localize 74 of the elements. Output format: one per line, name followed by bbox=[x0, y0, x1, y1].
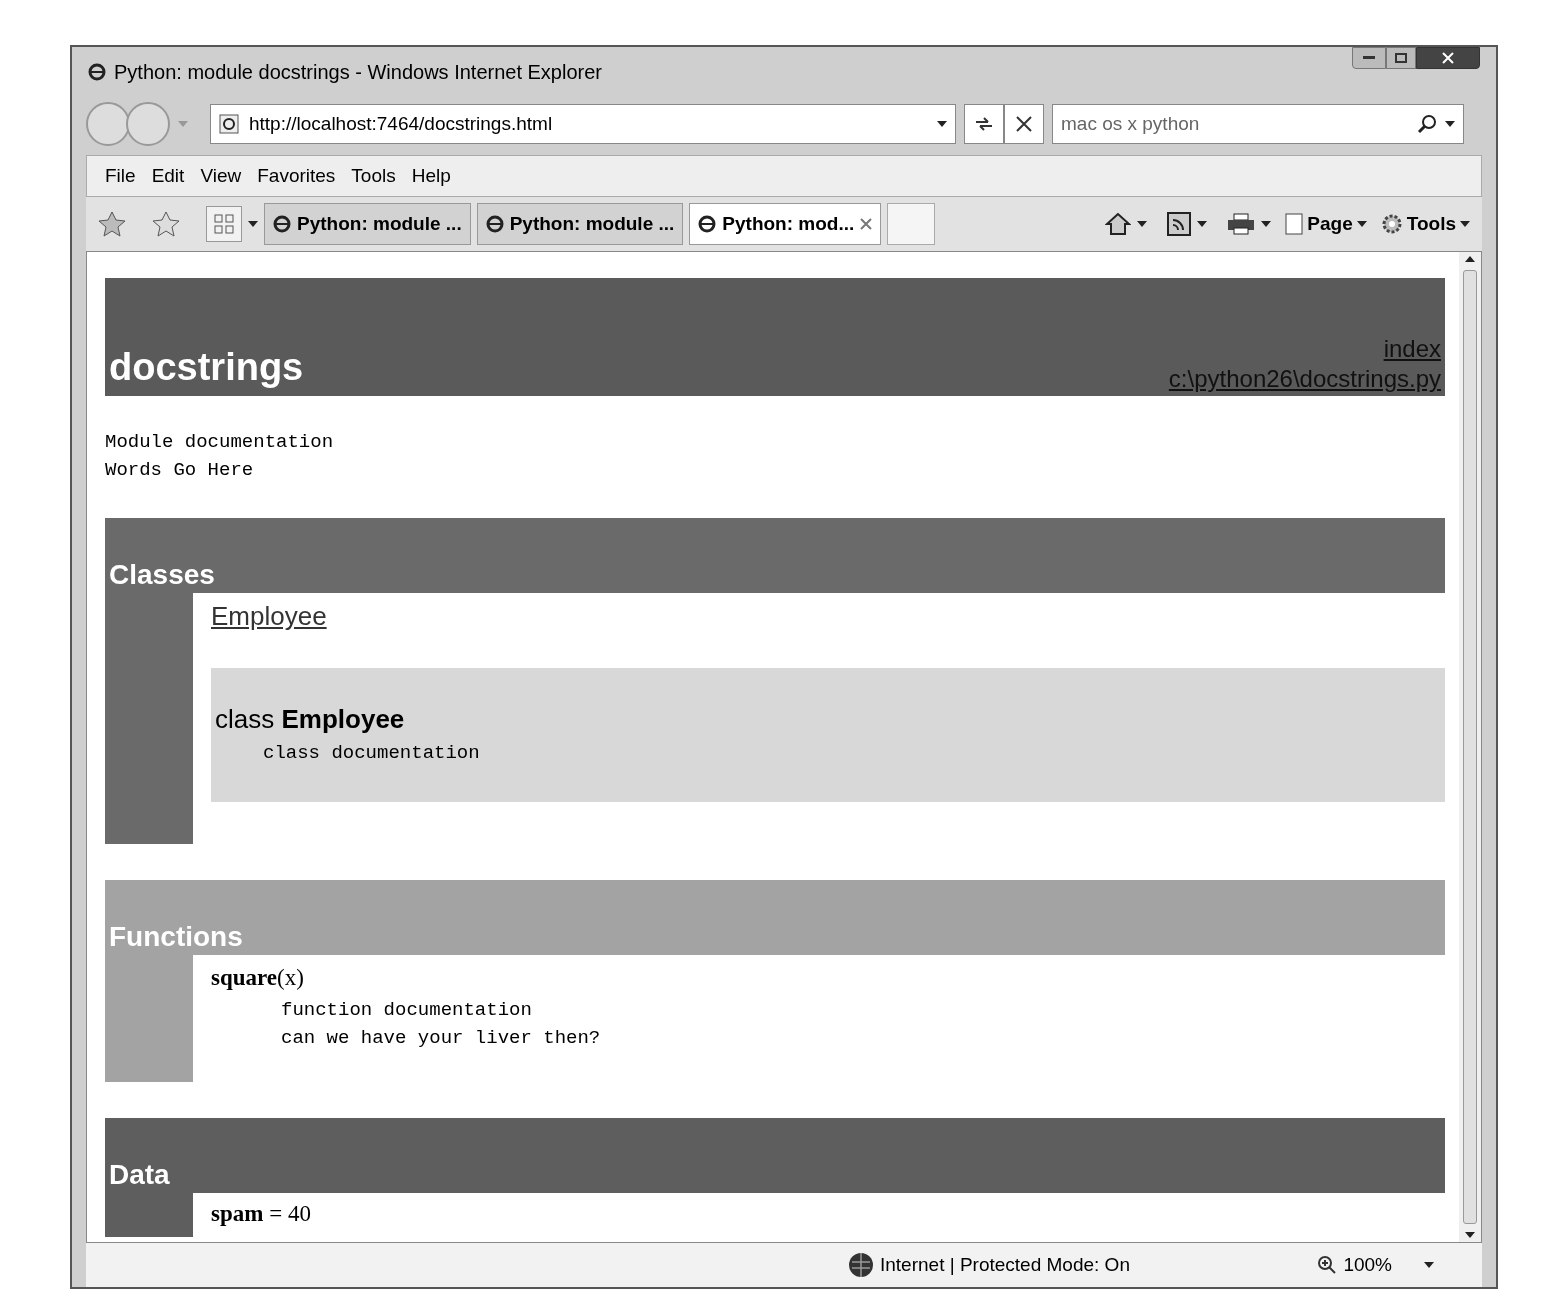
module-doc: Words Go Here bbox=[105, 458, 255, 483]
class-link[interactable]: Employee bbox=[211, 601, 327, 631]
function-doc: function documentation bbox=[280, 997, 533, 1023]
page-icon bbox=[219, 114, 239, 134]
minimize-icon bbox=[1363, 56, 1375, 60]
search-text: mac os x python bbox=[1061, 111, 1200, 136]
menu-item[interactable]: File bbox=[99, 161, 142, 191]
menu-item[interactable]: Edit bbox=[145, 161, 191, 191]
section-title: Functions bbox=[109, 923, 243, 951]
stop-button[interactable] bbox=[1004, 104, 1044, 144]
search-icon bbox=[1417, 114, 1437, 134]
refresh-icon bbox=[974, 116, 994, 132]
new-tab-button[interactable] bbox=[887, 203, 936, 245]
section-title: Data bbox=[109, 1160, 170, 1189]
dropdown-icon bbox=[1356, 221, 1367, 227]
browser-logo-icon bbox=[698, 215, 717, 233]
dropdown-icon bbox=[178, 121, 188, 127]
search-field[interactable]: mac os x python bbox=[1052, 104, 1464, 144]
dropdown-icon bbox=[937, 121, 947, 127]
scroll-up-icon bbox=[1465, 256, 1475, 262]
security-zone: Internet | Protected Mode: On bbox=[880, 1252, 1130, 1277]
menu-item[interactable]: Help bbox=[405, 161, 457, 191]
module-doc: Module documentation bbox=[105, 430, 335, 455]
zoom-icon bbox=[1317, 1255, 1338, 1275]
favorites-star-icon bbox=[98, 211, 126, 237]
browser-logo-icon bbox=[273, 215, 291, 233]
browser-tab[interactable]: Python: mod... bbox=[689, 203, 882, 245]
add-favorite-icon bbox=[152, 211, 180, 237]
dropdown-icon bbox=[1460, 221, 1470, 227]
dropdown-icon bbox=[1445, 121, 1455, 127]
class-doc: class documentation bbox=[262, 741, 481, 766]
menu-item[interactable]: Tools bbox=[345, 161, 402, 191]
quick-tabs-button[interactable] bbox=[206, 206, 242, 242]
address-field[interactable]: http://localhost:7464/docstrings.html bbox=[210, 104, 956, 144]
maximize-icon bbox=[1395, 53, 1407, 63]
section-title: Classes bbox=[109, 561, 215, 589]
command-button[interactable]: Tools bbox=[1380, 209, 1470, 239]
menu-item[interactable]: Favorites bbox=[251, 161, 342, 191]
browser-tab[interactable]: Python: module ... bbox=[264, 203, 471, 245]
back-button[interactable] bbox=[86, 102, 130, 146]
command-button[interactable]: Page bbox=[1285, 209, 1367, 239]
stop-icon bbox=[1016, 116, 1032, 132]
dropdown-icon bbox=[1137, 221, 1148, 227]
grid-icon bbox=[214, 214, 234, 234]
function-signature: square(x) bbox=[211, 964, 305, 992]
class-title: class Employee bbox=[215, 703, 406, 736]
close-icon bbox=[1442, 52, 1454, 64]
refresh-button[interactable] bbox=[964, 104, 1004, 144]
browser-logo-icon bbox=[485, 215, 504, 233]
forward-button[interactable] bbox=[126, 102, 170, 146]
home-icon bbox=[1105, 212, 1132, 236]
zoom-level: 100% bbox=[1343, 1252, 1392, 1277]
gear-icon bbox=[1380, 213, 1403, 235]
maximize-button[interactable] bbox=[1386, 47, 1416, 69]
dropdown-icon bbox=[248, 221, 258, 227]
scroll-down-icon bbox=[1465, 1232, 1475, 1238]
browser-logo-icon bbox=[88, 63, 106, 81]
globe-icon bbox=[848, 1252, 874, 1278]
page-icon bbox=[1285, 213, 1304, 235]
function-doc: can we have your liver then? bbox=[280, 1025, 602, 1051]
browser-tab[interactable]: Python: module ... bbox=[476, 203, 684, 245]
minimize-button[interactable] bbox=[1352, 47, 1386, 69]
dropdown-icon bbox=[1197, 221, 1208, 227]
dropdown-icon bbox=[1261, 221, 1272, 227]
feed-icon bbox=[1167, 212, 1192, 236]
close-button[interactable] bbox=[1416, 47, 1480, 69]
data-entry: spam = 40 bbox=[211, 1199, 312, 1228]
printer-icon bbox=[1227, 213, 1256, 235]
menu-item[interactable]: View bbox=[194, 161, 248, 191]
address-text: http://localhost:7464/docstrings.html bbox=[249, 111, 553, 136]
window-title: Python: module docstrings - Windows Internet Explorer bbox=[114, 60, 602, 85]
dropdown-icon bbox=[1424, 1262, 1434, 1268]
close-tab-icon bbox=[860, 218, 873, 230]
page-heading: docstrings bbox=[109, 348, 304, 390]
